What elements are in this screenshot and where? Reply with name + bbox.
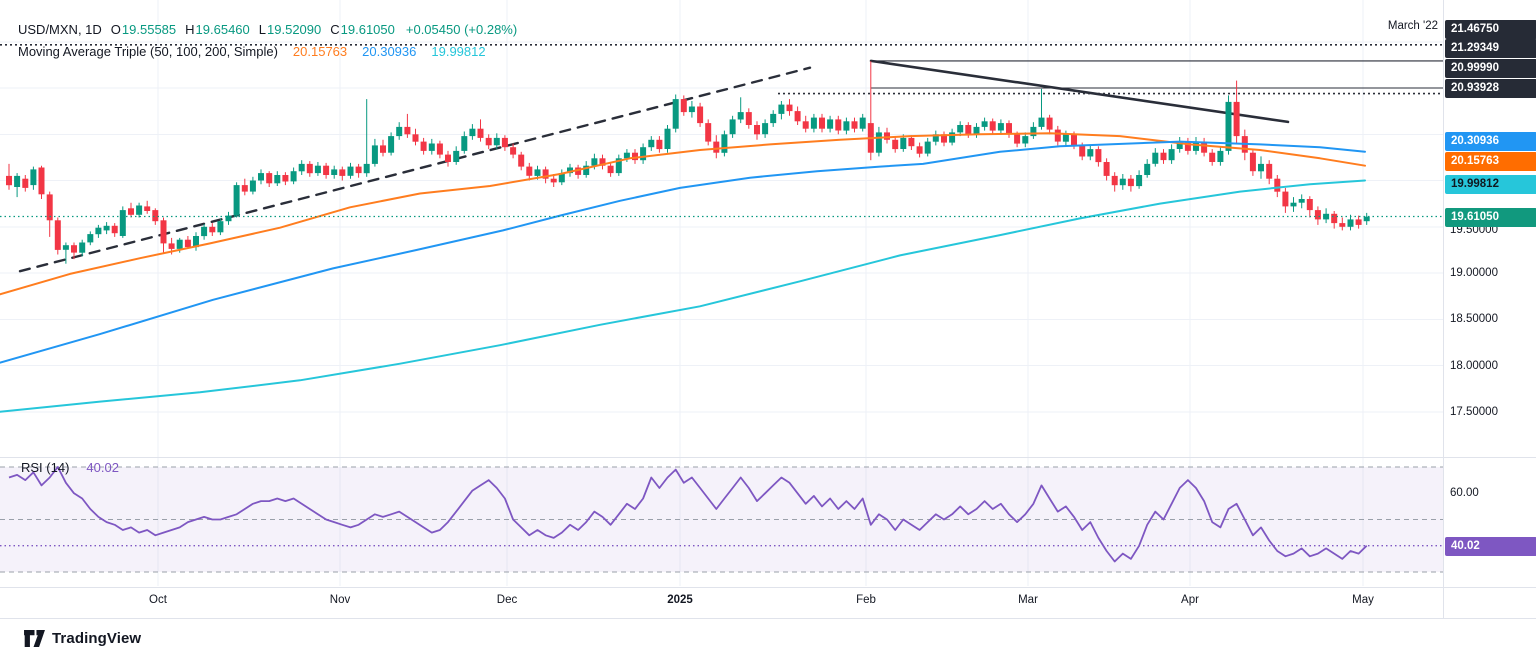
price-axis-badge: 20.99990 <box>1445 59 1536 78</box>
time-axis-label: Dec <box>497 594 517 606</box>
time-axis[interactable]: Oct Nov Dec 2025 Feb Mar Apr May <box>0 588 1443 619</box>
change-value: +0.05450 (+0.28%) <box>406 22 517 37</box>
close-value: 19.61050 <box>341 22 395 37</box>
rsi-indicator-legend[interactable]: RSI (14) 40.02 <box>21 460 119 475</box>
low-label: L <box>259 22 266 37</box>
tradingview-chart-window: USD/MXN, 1D O 19.55585 H 19.65460 L 19.5… <box>0 0 1536 662</box>
rsi-indicator-title[interactable]: RSI (14) <box>21 460 69 475</box>
tradingview-logo-icon <box>24 630 45 647</box>
time-axis-label: 2025 <box>667 594 693 606</box>
price-axis-label: 60.00 <box>1450 486 1479 500</box>
time-axis-label: May <box>1352 594 1374 606</box>
open-label: O <box>111 22 121 37</box>
close-label: C <box>330 22 339 37</box>
price-axis-label: 17.50000 <box>1450 405 1498 419</box>
time-axis-label: Nov <box>330 594 350 606</box>
ma200-value: 19.99812 <box>431 44 485 59</box>
price-axis-badge: 20.30936 <box>1445 132 1536 151</box>
price-axis-badge: 21.29349 <box>1445 39 1536 58</box>
price-axis-badge: 19.99812 <box>1445 175 1536 194</box>
price-axis-badge: 20.15763 <box>1445 152 1536 171</box>
ohlc-close: C 19.61050 <box>330 22 395 37</box>
ma-indicator-title[interactable]: Moving Average Triple (50, 100, 200, Sim… <box>18 44 278 59</box>
time-axis-label: Feb <box>856 594 876 606</box>
ohlc-low: L 19.52090 <box>259 22 321 37</box>
price-axis-badge: 40.02 <box>1445 537 1536 556</box>
ma-indicator-legend[interactable]: Moving Average Triple (50, 100, 200, Sim… <box>18 44 486 59</box>
symbol-title[interactable]: USD/MXN, 1D <box>18 22 102 37</box>
price-axis-label: 19.00000 <box>1450 266 1498 280</box>
price-axis-label: 18.00000 <box>1450 359 1498 373</box>
time-axis-label: Oct <box>149 594 167 606</box>
symbol-legend[interactable]: USD/MXN, 1D O 19.55585 H 19.65460 L 19.5… <box>18 22 517 37</box>
rsi-value: 40.02 <box>86 460 119 475</box>
ma50-value: 20.15763 <box>293 44 347 59</box>
open-value: 19.55585 <box>122 22 176 37</box>
low-value: 19.52090 <box>267 22 321 37</box>
ma100-value: 20.30936 <box>362 44 416 59</box>
time-axis-label: Apr <box>1181 594 1199 606</box>
price-axis-badge: 21.46750 <box>1445 20 1536 39</box>
tradingview-logo-text: TradingView <box>52 630 141 647</box>
price-axis-label: 18.50000 <box>1450 312 1498 326</box>
price-axis-badge: 20.93928 <box>1445 79 1536 98</box>
time-axis-label: Mar <box>1018 594 1038 606</box>
price-axis-badge: 19.61050 <box>1445 208 1536 227</box>
high-value: 19.65460 <box>196 22 250 37</box>
tradingview-attribution[interactable]: TradingView <box>24 630 141 647</box>
chart-canvas[interactable] <box>0 0 1536 662</box>
ohlc-open: O 19.55585 <box>111 22 176 37</box>
march-22-level-label: March '22 <box>1388 20 1438 32</box>
ohlc-high: H 19.65460 <box>185 22 250 37</box>
price-axis[interactable]: 19.5000019.0000018.5000018.0000017.50000… <box>1444 0 1536 619</box>
high-label: H <box>185 22 194 37</box>
